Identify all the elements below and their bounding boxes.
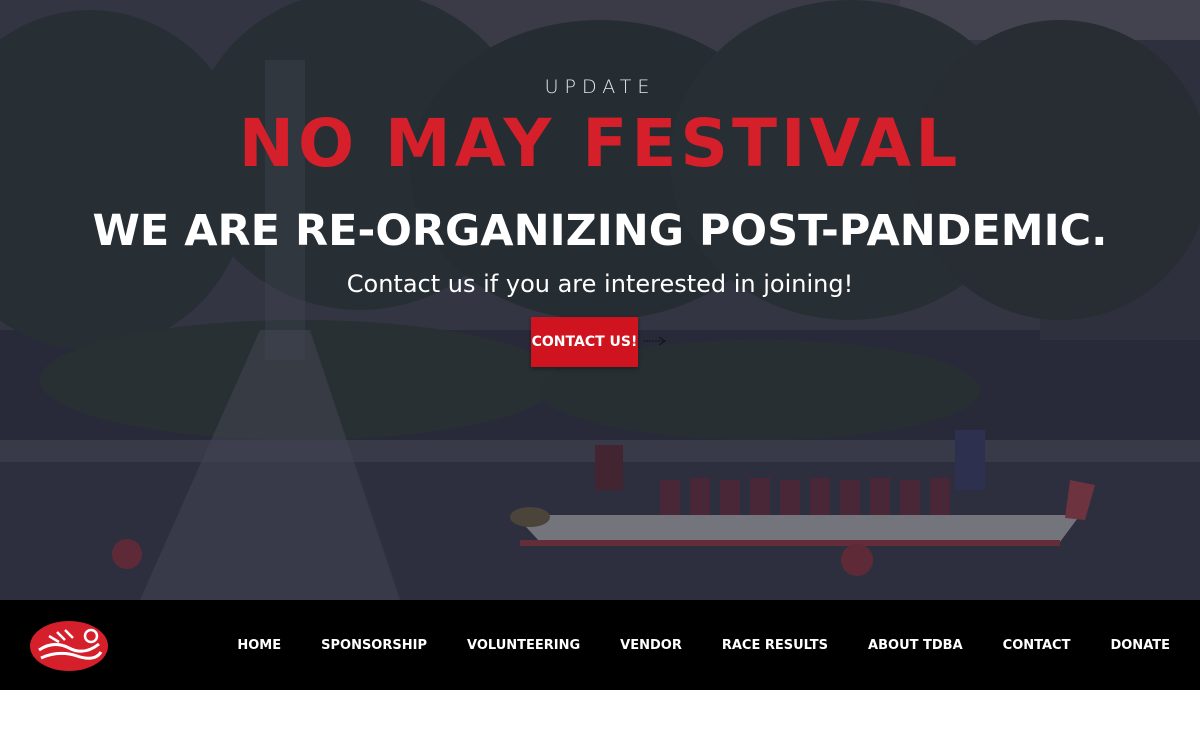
hero-subhead: WE ARE RE-ORGANIZING POST-PANDEMIC. — [92, 206, 1108, 256]
dragon-boat-logo-icon[interactable] — [29, 620, 109, 672]
hero-content: UPDATE NO MAY FESTIVAL WE ARE RE-ORGANIZ… — [0, 0, 1200, 600]
page-body-area — [0, 690, 1200, 740]
nav-item-about-tdba[interactable]: ABOUT TDBA — [868, 638, 963, 653]
nav-item-volunteering[interactable]: VOLUNTEERING — [467, 638, 580, 653]
nav-item-donate[interactable]: DONATE — [1110, 638, 1170, 653]
nav-item-contact[interactable]: CONTACT — [1003, 638, 1071, 653]
nav-item-vendor[interactable]: VENDOR — [620, 638, 682, 653]
hero-section: UPDATE NO MAY FESTIVAL WE ARE RE-ORGANIZ… — [0, 0, 1200, 600]
nav-item-home[interactable]: HOME — [237, 638, 281, 653]
main-navbar: HOME SPONSORSHIP VOLUNTEERING VENDOR RAC… — [0, 600, 1200, 690]
nav-menu: HOME SPONSORSHIP VOLUNTEERING VENDOR RAC… — [237, 600, 1170, 690]
arrow-right-icon — [643, 336, 666, 346]
nav-item-sponsorship[interactable]: SPONSORSHIP — [321, 638, 427, 653]
contact-us-button[interactable]: CONTACT US! — [531, 317, 638, 367]
hero-headline: NO MAY FESTIVAL — [238, 105, 962, 182]
nav-item-race-results[interactable]: RACE RESULTS — [722, 638, 828, 653]
hero-lead-text: Contact us if you are interested in join… — [346, 270, 854, 298]
hero-eyebrow: UPDATE — [544, 76, 656, 98]
